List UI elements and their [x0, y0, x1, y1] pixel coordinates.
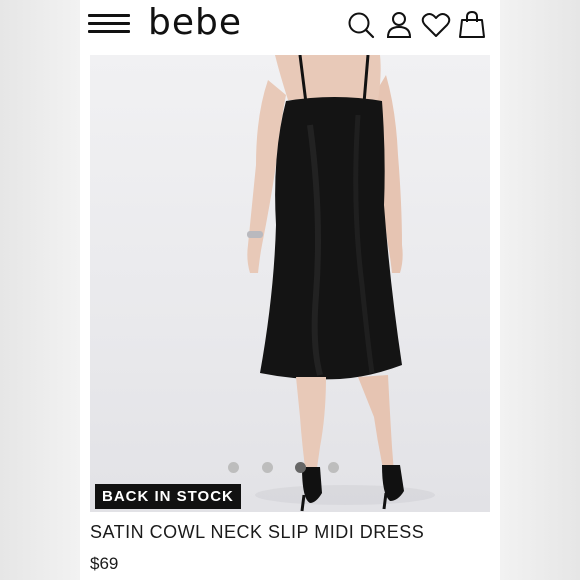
back-in-stock-badge: BACK IN STOCK	[95, 484, 241, 509]
account-icon[interactable]	[384, 10, 414, 40]
product-price: $69	[90, 554, 119, 573]
menu-icon[interactable]	[88, 12, 130, 34]
carousel-dot[interactable]	[228, 462, 239, 473]
product-title: SATIN COWL NECK SLIP MIDI DRESS	[90, 522, 425, 542]
background-right	[500, 0, 580, 580]
background-left	[0, 0, 80, 580]
product-image[interactable]	[90, 55, 490, 512]
dress-illustration	[247, 55, 435, 512]
carousel-dot-active[interactable]	[295, 462, 306, 473]
image-carousel-dots	[80, 460, 500, 476]
bag-icon[interactable]	[457, 10, 487, 40]
carousel-dot[interactable]	[262, 462, 273, 473]
heart-icon[interactable]	[421, 10, 451, 40]
carousel-dot[interactable]	[328, 462, 339, 473]
brand-logo[interactable]: bebe	[148, 2, 242, 43]
site-header: bebe	[80, 0, 500, 50]
search-icon[interactable]	[346, 10, 376, 40]
